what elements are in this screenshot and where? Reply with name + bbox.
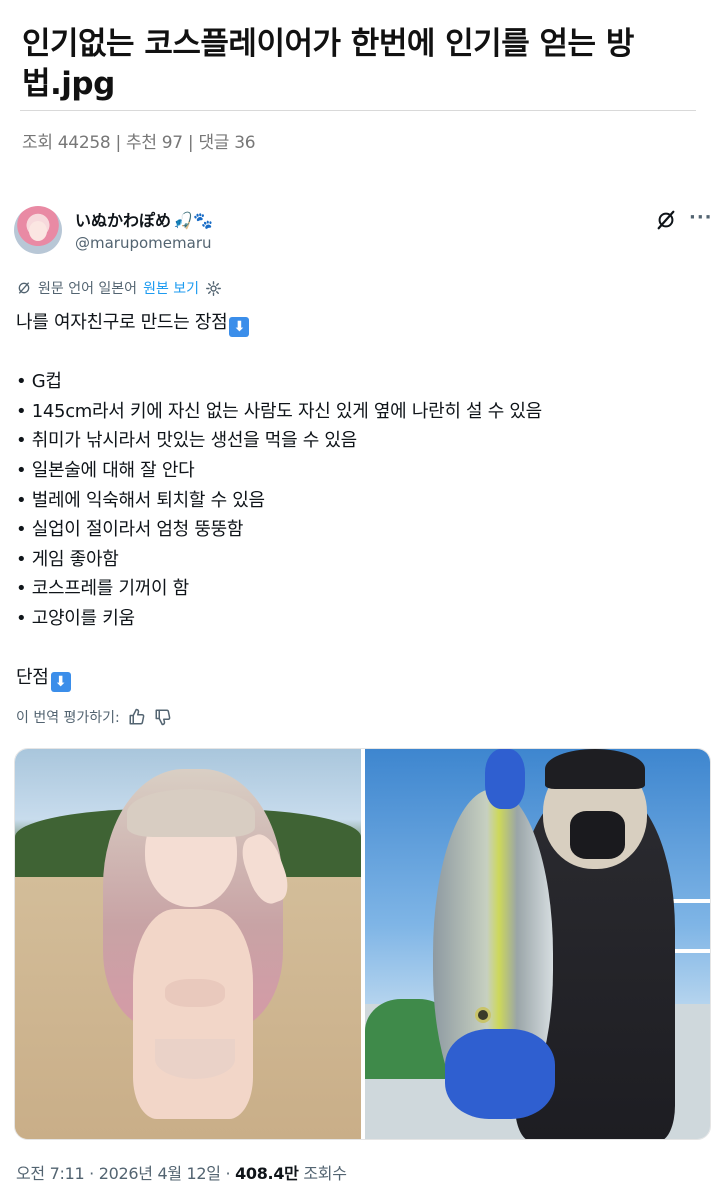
intro-line: 나를 여자친구로 만드는 장점 ⬇: [16, 308, 696, 338]
display-name-text[interactable]: いぬかわぽめ: [75, 211, 171, 230]
user-handle[interactable]: @marupomemaru: [75, 234, 212, 252]
rate-translation-label: 이 번역 평가하기:: [16, 710, 120, 726]
intro-text: 나를 여자친구로 만드는 장점: [16, 312, 228, 333]
list-item: • 실업이 절이라서 엄청 뚱뚱함: [16, 519, 244, 541]
list-item: • 게임 좋아함: [16, 548, 119, 570]
media-grid[interactable]: [14, 748, 711, 1140]
avatar[interactable]: [14, 206, 62, 254]
thumbs-up-icon[interactable]: [128, 708, 146, 726]
tweet-timestamp[interactable]: 오전 7:11 · 2026년 4월 12일 ·: [16, 1164, 235, 1183]
tweet-meta: 오전 7:11 · 2026년 4월 12일 · 408.4만 조회수: [16, 1160, 347, 1184]
list-item: • 일본술에 대해 잘 안다: [16, 459, 195, 481]
tweet-body: 나를 여자친구로 만드는 장점 ⬇ • G컵 • 145cm라서 키에 자신 없는…: [16, 308, 696, 693]
display-name[interactable]: いぬかわぽめ 🎣🐾: [75, 207, 213, 231]
list-item: • 벌레에 익숙해서 퇴치할 수 있음: [16, 489, 265, 511]
translate-label: 원문 언어 일본어: [38, 281, 138, 297]
list-item: • 코스프레를 기꺼이 함: [16, 578, 189, 600]
arrow-down-emoji-icon: ⬇: [229, 317, 250, 337]
translate-icon: [18, 282, 30, 294]
more-icon[interactable]: ···: [689, 207, 713, 228]
photo-beach-cosplayer[interactable]: [15, 749, 361, 1139]
list-item: • 145cm라서 키에 자신 없는 사람도 자신 있게 옆에 나란히 설 수 …: [16, 400, 542, 422]
translate-row: 원문 언어 일본어 원본 보기: [16, 278, 222, 298]
photo-fishing-cosplayer[interactable]: [365, 749, 710, 1139]
settings-icon[interactable]: [205, 280, 222, 297]
view-count-label: 조회수: [298, 1164, 347, 1183]
cons-line: 단점 ⬇: [16, 663, 696, 693]
name-emoji: 🎣🐾: [173, 211, 213, 230]
view-count: 408.4만: [235, 1164, 299, 1183]
list-item: • 고양이를 키움: [16, 607, 135, 629]
post-stats: 조회 44258 | 추천 97 | 댓글 36: [22, 133, 256, 153]
rate-translation-row: 이 번역 평가하기:: [16, 707, 172, 727]
grok-icon[interactable]: [655, 209, 677, 231]
list-item: • G컵: [16, 371, 62, 393]
title-divider: [20, 110, 696, 111]
arrow-down-emoji-icon: ⬇: [50, 672, 71, 693]
cons-text: 단점: [16, 667, 49, 689]
thumbs-down-icon[interactable]: [154, 708, 172, 726]
show-original-link[interactable]: 원본 보기: [143, 278, 199, 298]
list-item: • 취미가 낚시라서 맛있는 생선을 먹을 수 있음: [16, 430, 357, 452]
post-title: 인기없는 코스플레이어가 한번에 인기를 얻는 방법.jpg: [22, 26, 634, 102]
